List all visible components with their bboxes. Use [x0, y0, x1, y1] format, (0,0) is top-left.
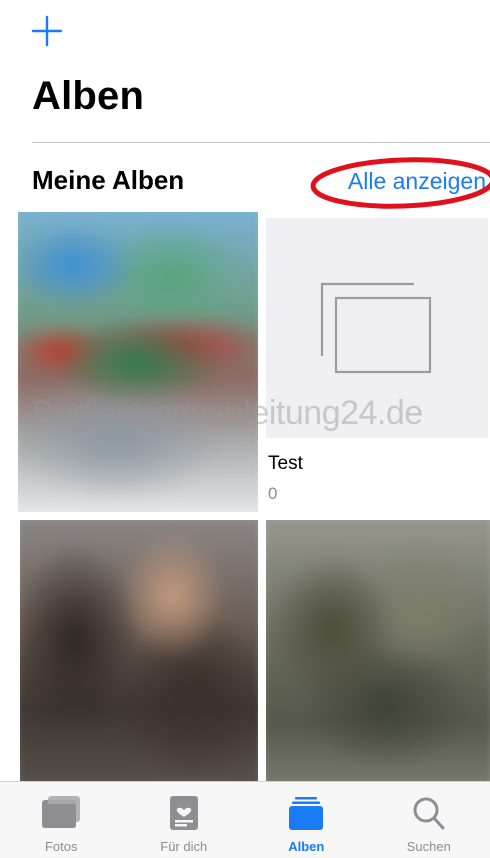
empty-album-icon — [320, 282, 432, 374]
album-tile-4[interactable] — [266, 520, 490, 782]
album-thumbnail — [18, 212, 258, 512]
search-icon — [407, 794, 451, 832]
album-thumbnail — [266, 520, 490, 782]
album-thumbnail — [20, 520, 258, 782]
album-tile-test[interactable] — [266, 218, 488, 438]
title-divider — [32, 142, 490, 143]
albums-screen: Alben Meine Alben Alle anzeigen Test 0 B… — [0, 0, 490, 858]
photos-icon — [39, 794, 83, 832]
tab-search[interactable]: Suchen — [368, 782, 490, 858]
tab-for-you[interactable]: Für dich — [123, 782, 246, 858]
album-tile-1[interactable] — [18, 212, 258, 512]
for-you-icon — [162, 794, 206, 832]
see-all-link[interactable]: Alle anzeigen — [348, 168, 486, 195]
album-name: Test — [268, 453, 303, 474]
add-album-button[interactable] — [30, 14, 64, 48]
tab-label: Suchen — [406, 839, 451, 854]
section-title-my-albums: Meine Alben — [32, 165, 185, 195]
tab-label: Für dich — [160, 839, 208, 854]
album-tile-3[interactable] — [20, 520, 258, 782]
tab-label: Alben — [288, 839, 325, 854]
tab-bar: Fotos Für dich Alben Suchen — [0, 781, 490, 858]
albums-icon — [284, 794, 328, 832]
tab-fotos[interactable]: Fotos — [0, 782, 123, 858]
album-count: 0 — [268, 484, 278, 503]
page-title: Alben — [32, 74, 145, 118]
tab-label: Fotos — [44, 839, 78, 854]
tab-albums[interactable]: Alben — [245, 782, 368, 858]
plus-icon — [31, 15, 63, 47]
